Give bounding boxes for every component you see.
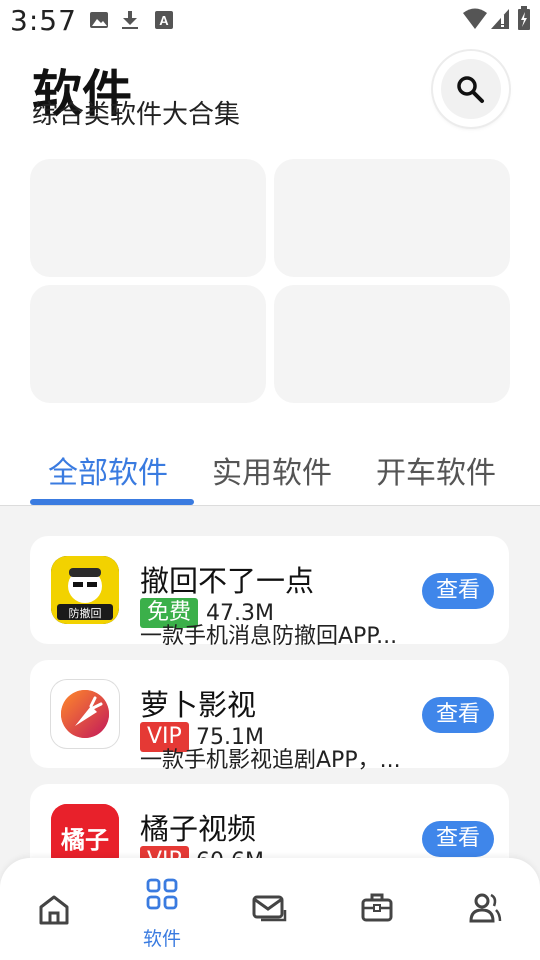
app-name: 萝卜影视 bbox=[140, 688, 257, 722]
nav-label-software[interactable]: 软件 bbox=[143, 924, 181, 951]
tab-driving-software[interactable]: 开车软件 bbox=[376, 448, 496, 492]
search-icon[interactable] bbox=[455, 74, 485, 104]
app-description: 一款手机影视追剧APP，... bbox=[140, 748, 401, 773]
status-time: 3:57 bbox=[10, 4, 77, 37]
status-bar: 3:57 A bbox=[0, 0, 540, 44]
app-name: 撤回不了一点 bbox=[140, 564, 315, 598]
mail-icon[interactable] bbox=[251, 890, 287, 926]
app-name: 橘子视频 bbox=[140, 812, 257, 846]
toolbox-icon[interactable] bbox=[359, 890, 395, 926]
tab-all-software[interactable]: 全部软件 bbox=[48, 448, 168, 492]
signal-icon bbox=[491, 9, 509, 29]
apps-icon[interactable] bbox=[144, 876, 180, 912]
app-icon-chehui: 防撤回 bbox=[51, 556, 119, 624]
users-icon[interactable] bbox=[467, 890, 503, 926]
a-icon: A bbox=[155, 11, 173, 29]
banner-card-1[interactable] bbox=[30, 159, 266, 277]
app-icon-label: 防撤回 bbox=[69, 606, 102, 620]
wifi-icon bbox=[463, 8, 487, 29]
view-button[interactable]: 查看 bbox=[422, 573, 494, 609]
app-icon-label: 橘子 bbox=[61, 826, 109, 854]
banner-card-4[interactable] bbox=[274, 285, 510, 403]
app-description: 一款手机消息防撤回APP... bbox=[140, 624, 398, 649]
download-icon bbox=[122, 11, 138, 29]
page-subtitle: 综合类软件大合集 bbox=[32, 100, 241, 130]
view-button[interactable]: 查看 bbox=[422, 821, 494, 857]
image-icon bbox=[90, 12, 108, 28]
banner-card-2[interactable] bbox=[274, 159, 510, 277]
app-icon-luobo bbox=[51, 680, 119, 748]
battery-icon bbox=[518, 6, 530, 30]
view-button[interactable]: 查看 bbox=[422, 697, 494, 733]
home-icon[interactable] bbox=[36, 892, 72, 928]
svg-text:A: A bbox=[159, 13, 169, 28]
tab-utility-software[interactable]: 实用软件 bbox=[212, 448, 332, 492]
banner-card-3[interactable] bbox=[30, 285, 266, 403]
